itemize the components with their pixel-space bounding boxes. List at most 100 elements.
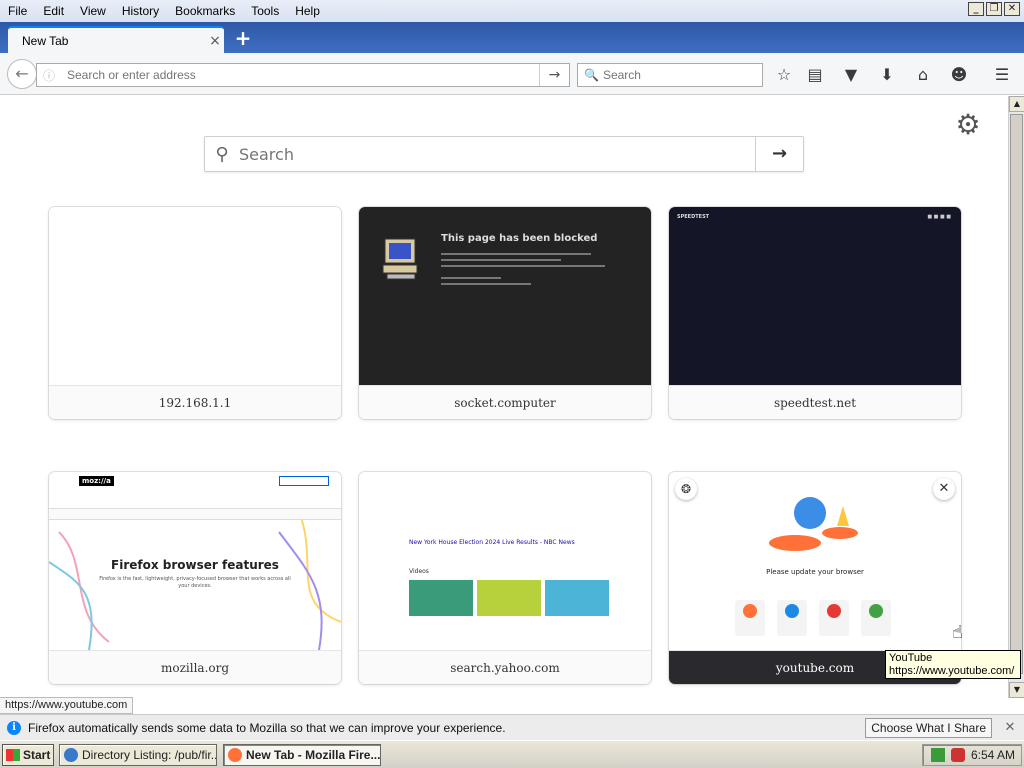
scrollbar-thumb[interactable] <box>1010 114 1023 674</box>
tile-label: search.yahoo.com <box>359 650 651 684</box>
newtab-search-box: ⚲ → <box>204 136 804 172</box>
system-tray: 6:54 AM <box>922 744 1022 766</box>
video-thumbnail <box>477 580 541 616</box>
taskbar-item-label: New Tab - Mozilla Fire... <box>246 748 381 762</box>
search-icon: 🔍 <box>584 68 599 82</box>
choose-what-i-share-button[interactable]: Choose What I Share <box>865 717 992 738</box>
tab-strip: New Tab × + <box>0 22 1024 53</box>
window-controls: _ ❐ ✕ <box>968 2 1020 16</box>
taskbar-item-firefox[interactable]: New Tab - Mozilla Fire... <box>223 744 381 766</box>
firefox-icon <box>228 748 242 762</box>
menu-edit[interactable]: Edit <box>35 4 72 18</box>
chat-icon[interactable]: ☻ <box>949 65 969 85</box>
notification-close-icon[interactable]: ✕ <box>1002 720 1018 735</box>
library-icon[interactable]: ▤ <box>805 65 825 85</box>
browser-option <box>861 600 891 636</box>
tile-label: 192.168.1.1 <box>49 385 341 419</box>
back-arrow-icon: ← <box>15 64 29 83</box>
text-line <box>441 283 531 285</box>
tile-label: speedtest.net <box>669 385 961 419</box>
notification-message: Firefox automatically sends some data to… <box>28 720 506 735</box>
blocked-heading: This page has been blocked <box>441 233 598 244</box>
top-site-tile[interactable]: SPEEDTEST ■ ■ ■ ■ speedtest.net <box>669 207 961 419</box>
tile-thumbnail: This page has been blocked <box>359 207 651 385</box>
top-site-tile[interactable]: This page has been blocked socket.comput… <box>359 207 651 419</box>
thumb-videos-label: Videos <box>409 568 429 575</box>
newtab-search-go-button[interactable]: → <box>755 137 803 171</box>
vertical-scrollbar[interactable]: ▲ ▼ <box>1008 96 1024 698</box>
restore-button[interactable]: ❐ <box>986 2 1002 16</box>
menu-view[interactable]: View <box>72 4 114 18</box>
go-arrow-icon[interactable]: → <box>539 64 569 86</box>
search-input[interactable] <box>602 68 762 82</box>
search-icon: ⚲ <box>215 143 229 165</box>
home-icon[interactable]: ⌂ <box>913 65 933 85</box>
close-window-button[interactable]: ✕ <box>1004 2 1020 16</box>
newtab-search-input[interactable] <box>239 144 755 164</box>
windows-flag-icon <box>6 749 20 761</box>
tooltip-title: YouTube <box>889 652 933 664</box>
network-icon[interactable] <box>930 748 945 762</box>
url-input[interactable] <box>61 68 539 82</box>
computer-icon <box>382 238 418 280</box>
url-bar[interactable]: ⓘ → <box>36 63 570 87</box>
minimize-button[interactable]: _ <box>968 2 984 16</box>
text-line <box>441 259 561 261</box>
tile-thumbnail <box>49 207 341 385</box>
thumb-subtext: Firefox is the fast, lightweight, privac… <box>99 576 291 589</box>
top-site-tile[interactable]: moz://a Firefox browser features Firefox… <box>49 472 341 684</box>
menu-history[interactable]: History <box>114 4 167 18</box>
menu-bookmarks[interactable]: Bookmarks <box>167 4 243 18</box>
pin-icon[interactable]: ❂ <box>675 478 697 500</box>
browser-option <box>777 600 807 636</box>
search-bar[interactable]: 🔍 <box>577 63 763 87</box>
taskbar-item-directory-listing[interactable]: Directory Listing: /pub/fir... <box>59 744 217 766</box>
tab-new-tab[interactable]: New Tab × <box>8 26 224 53</box>
shield-icon[interactable] <box>950 748 965 762</box>
thumb-news-headline: New York House Election 2024 Live Result… <box>409 539 575 546</box>
top-site-tile[interactable]: 192.168.1.1 <box>49 207 341 419</box>
thumb-download-button <box>279 476 329 486</box>
tile-label: mozilla.org <box>49 650 341 684</box>
scroll-up-arrow-icon[interactable]: ▲ <box>1009 96 1024 112</box>
video-thumbnail <box>545 580 609 616</box>
speedtest-nav: ■ ■ ■ ■ <box>927 214 951 220</box>
video-thumbnail <box>409 580 473 616</box>
tab-close-icon[interactable]: × <box>206 33 224 49</box>
tile-thumbnail: moz://a Firefox browser features Firefox… <box>49 472 341 650</box>
tooltip-url: https://www.youtube.com/ <box>889 665 1015 677</box>
text-line <box>441 253 591 255</box>
downloads-icon[interactable]: ⬇ <box>877 65 897 85</box>
menu-file[interactable]: File <box>0 4 35 18</box>
dismiss-tile-close-icon[interactable]: ✕ <box>933 478 955 500</box>
tooltip: YouTube https://www.youtube.com/ <box>885 650 1021 679</box>
text-line <box>441 277 501 279</box>
tile-thumbnail: Please update your browser <box>669 472 961 650</box>
browser-option <box>735 600 765 636</box>
info-icon: i <box>7 720 21 735</box>
top-site-tile[interactable]: New York House Election 2024 Live Result… <box>359 472 651 684</box>
ie-icon <box>64 748 78 762</box>
new-tab-page: ⚙ ⚲ → 192.168.1.1 This page has been blo… <box>0 96 1008 698</box>
start-label: Start <box>23 748 51 762</box>
back-button[interactable]: ← <box>7 59 37 89</box>
clock: 6:54 AM <box>970 748 1015 762</box>
settings-gear-icon[interactable]: ⚙ <box>953 110 983 140</box>
menu-hamburger-icon[interactable]: ☰ <box>992 65 1012 85</box>
scroll-down-arrow-icon[interactable]: ▼ <box>1009 682 1024 698</box>
tab-title: New Tab <box>22 33 69 48</box>
pocket-icon[interactable]: ▼ <box>841 65 861 85</box>
navigation-toolbar: ← ⓘ → 🔍 ☆ ▤ ▼ ⬇ ⌂ ☻ ☰ <box>0 53 1024 95</box>
browser-option <box>819 600 849 636</box>
new-tab-button[interactable]: + <box>232 28 254 50</box>
mozilla-logo: moz://a <box>79 476 114 486</box>
bookmark-star-icon[interactable]: ☆ <box>774 65 794 85</box>
thumb-subnav <box>49 508 341 520</box>
text-line <box>441 265 605 267</box>
identity-info-icon[interactable]: ⓘ <box>37 67 61 84</box>
menu-tools[interactable]: Tools <box>243 4 287 18</box>
tile-thumbnail: New York House Election 2024 Live Result… <box>359 472 651 650</box>
menu-help[interactable]: Help <box>287 4 328 18</box>
update-browser-heading: Please update your browser <box>766 568 864 576</box>
start-button[interactable]: Start <box>2 744 54 766</box>
